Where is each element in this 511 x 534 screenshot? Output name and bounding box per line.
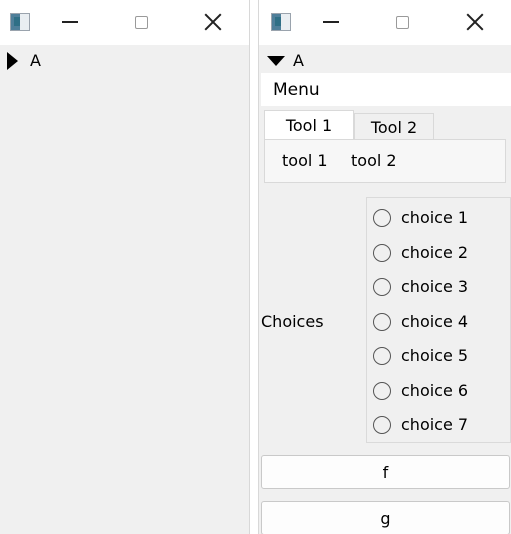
collapse-arrow-icon[interactable] [267,55,285,66]
radio-circle-icon[interactable] [373,243,391,262]
choices-label: Choices [261,312,324,331]
radio-circle-icon[interactable] [373,208,391,227]
menu-item[interactable]: Menu [273,80,320,100]
radio-choice-6[interactable]: choice 6 [373,381,468,400]
radio-choice-3[interactable]: choice 3 [373,277,468,296]
choice-group: choice 1 choice 2 choice 3 choice 4 choi… [366,197,511,443]
menu-bar: Menu [261,73,511,106]
tab-label: Tool 1 [285,116,333,135]
choice-label: choice 1 [401,208,469,227]
choice-label: choice 3 [401,277,469,296]
choice-label: choice 7 [401,415,469,434]
title-bar[interactable] [259,0,511,45]
title-bar[interactable] [0,0,249,45]
radio-circle-icon[interactable] [373,312,391,331]
minimize-button[interactable] [56,8,84,36]
close-button[interactable] [461,8,489,36]
maximize-button[interactable] [127,8,155,36]
app-icon[interactable] [10,13,30,31]
tree-item-label: A [30,51,41,70]
app-icon[interactable] [271,13,291,31]
tool-1-button[interactable]: tool 1 [282,151,328,170]
radio-circle-icon[interactable] [373,381,391,400]
tab-tool-1[interactable]: Tool 1 [264,110,354,140]
tree-item-label: A [293,51,304,70]
radio-choice-2[interactable]: choice 2 [373,243,468,262]
radio-circle-icon[interactable] [373,415,391,434]
window-left: A [0,0,250,534]
choice-label: choice 6 [401,381,469,400]
close-button[interactable] [199,8,227,36]
tree-item-a[interactable]: A [267,51,304,70]
radio-circle-icon[interactable] [373,277,391,296]
tab-label: Tool 2 [370,117,418,137]
close-icon [466,13,484,31]
radio-choice-7[interactable]: choice 7 [373,415,468,434]
maximize-icon [134,15,148,29]
radio-choice-5[interactable]: choice 5 [373,346,468,365]
minimize-icon [323,21,339,23]
f-button[interactable]: f [261,455,510,489]
tab-tool-2[interactable]: Tool 2 [354,113,434,140]
tree-item-a[interactable]: A [7,51,41,70]
minimize-button[interactable] [317,8,345,36]
maximize-icon [395,15,409,29]
g-button[interactable]: g [261,501,510,534]
radio-choice-4[interactable]: choice 4 [373,312,468,331]
choice-label: choice 4 [401,312,469,331]
maximize-button[interactable] [388,8,416,36]
button-label: f [382,462,389,482]
button-label: g [380,508,391,528]
minimize-icon [62,21,78,23]
choice-label: choice 2 [401,243,469,262]
expand-arrow-icon[interactable] [7,51,18,70]
window-right: A Menu Tool 1 Tool 2 tool 1 tool 2 Choic… [258,0,511,534]
radio-circle-icon[interactable] [373,346,391,365]
tool-2-button[interactable]: tool 2 [351,151,397,170]
close-icon [204,13,222,31]
tab-panel: tool 1 tool 2 [264,139,506,183]
choice-label: choice 5 [401,346,469,365]
radio-choice-1[interactable]: choice 1 [373,208,468,227]
